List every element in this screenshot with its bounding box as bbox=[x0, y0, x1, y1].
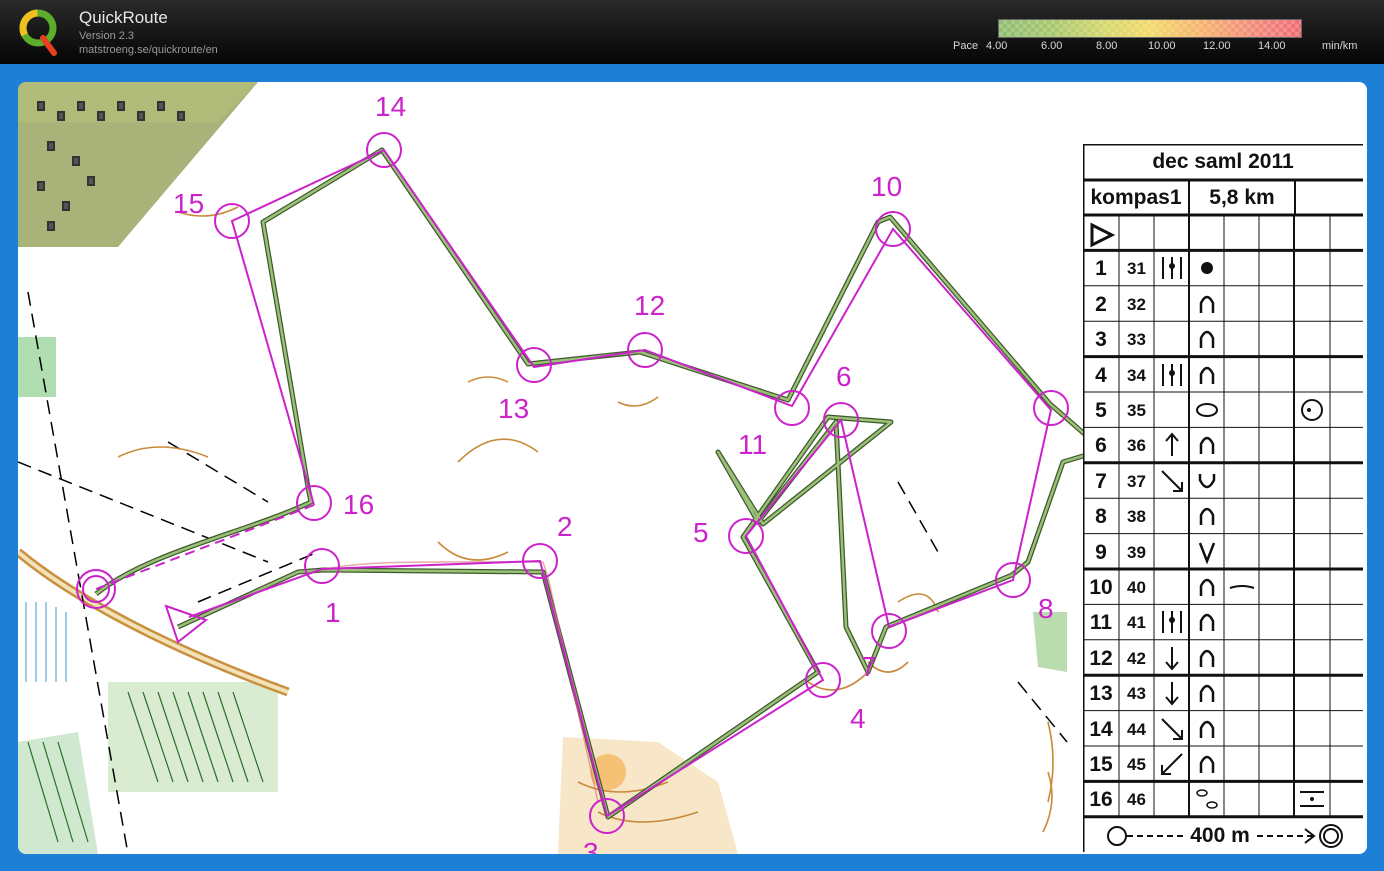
pace-label: Pace bbox=[953, 40, 979, 52]
control-code: 33 bbox=[1127, 330, 1146, 350]
control-description-sheet: dec saml 2011 kompas1 5,8 km 1 31 2 32 3 33 4 3… bbox=[1083, 144, 1363, 852]
control-code: 41 bbox=[1127, 613, 1146, 633]
control-number: 4 bbox=[1095, 363, 1107, 387]
arrow-up-icon bbox=[1165, 432, 1179, 457]
control-number: 2 bbox=[1095, 292, 1107, 316]
spot-icon bbox=[1201, 262, 1213, 275]
pace-color-scale bbox=[998, 19, 1302, 38]
control-label-12: 12 bbox=[634, 290, 665, 321]
knoll-icon bbox=[1199, 649, 1215, 667]
distance-to-finish: 400 m bbox=[1190, 824, 1250, 847]
knoll-icon bbox=[1199, 578, 1215, 596]
control-label-7: 7 bbox=[861, 651, 877, 682]
dot-circle-icon bbox=[1301, 399, 1323, 421]
control-label-10: 10 bbox=[871, 171, 902, 202]
control-number: 3 bbox=[1095, 328, 1107, 352]
control-code: 34 bbox=[1127, 365, 1146, 385]
control-number: 14 bbox=[1089, 717, 1113, 741]
knoll-icon bbox=[1199, 295, 1215, 313]
control-number: 16 bbox=[1089, 788, 1113, 812]
control-label-3: 3 bbox=[583, 837, 599, 854]
arrow-down-icon bbox=[1165, 646, 1179, 671]
small-knolls-icon bbox=[1196, 789, 1218, 810]
control-code: 37 bbox=[1127, 471, 1146, 491]
depression-icon bbox=[1198, 473, 1216, 489]
control-number: 10 bbox=[1089, 576, 1113, 599]
arrow-down-right-icon bbox=[1161, 717, 1183, 740]
control-number: 9 bbox=[1095, 540, 1107, 564]
control-code: 35 bbox=[1127, 401, 1146, 420]
event-name: dec saml 2011 bbox=[1152, 150, 1294, 173]
start-triangle-icon bbox=[1090, 222, 1115, 248]
knoll-icon bbox=[1199, 614, 1215, 632]
control-code: 36 bbox=[1127, 436, 1146, 456]
pace-tick: 12.00 bbox=[1203, 40, 1231, 52]
control-code: 42 bbox=[1127, 648, 1146, 668]
oval-icon bbox=[1196, 403, 1218, 417]
knoll-icon bbox=[1199, 330, 1215, 349]
course-length: 5,8 km bbox=[1209, 186, 1275, 209]
control-code: 44 bbox=[1127, 719, 1146, 739]
control-label-4: 4 bbox=[850, 703, 866, 734]
description-grid bbox=[1083, 144, 1363, 852]
pace-unit: min/km bbox=[1322, 40, 1358, 52]
between-symbol-icon bbox=[1162, 363, 1182, 386]
control-number: 1 bbox=[1095, 257, 1107, 281]
control-label-14: 14 bbox=[375, 91, 406, 122]
knoll-icon bbox=[1199, 366, 1215, 384]
control-number: 11 bbox=[1089, 611, 1113, 635]
control-number: 12 bbox=[1089, 646, 1113, 670]
control-code: 38 bbox=[1127, 507, 1146, 527]
knoll-icon bbox=[1199, 507, 1215, 526]
control-code: 43 bbox=[1127, 684, 1146, 704]
pace-tick: 6.00 bbox=[1041, 40, 1063, 52]
gully-v-icon bbox=[1198, 542, 1216, 565]
knoll-icon bbox=[1199, 684, 1215, 703]
control-label-8: 8 bbox=[1038, 593, 1054, 624]
control-number: 15 bbox=[1089, 753, 1113, 776]
app-title: QuickRoute bbox=[79, 8, 168, 27]
knoll-icon bbox=[1199, 437, 1215, 455]
control-number: 7 bbox=[1095, 469, 1107, 493]
control-code: 46 bbox=[1127, 790, 1146, 810]
course-name: kompas1 bbox=[1090, 186, 1182, 209]
control-label-15: 15 bbox=[173, 188, 204, 219]
control-number: 13 bbox=[1089, 682, 1113, 706]
quickroute-logo-icon bbox=[19, 9, 57, 56]
app-version: Version 2.3 bbox=[79, 30, 135, 42]
control-label-2: 2 bbox=[557, 511, 573, 542]
pace-tick: 14.00 bbox=[1258, 40, 1286, 52]
control-label-11: 11 bbox=[738, 429, 767, 460]
control-code: 31 bbox=[1127, 259, 1146, 279]
description-footer: 400 m bbox=[1083, 820, 1363, 852]
control-label-16: 16 bbox=[343, 489, 374, 520]
crossing-icon bbox=[1300, 791, 1324, 808]
between-symbol-icon bbox=[1162, 257, 1182, 280]
knoll-icon bbox=[1199, 755, 1215, 773]
control-label-6: 6 bbox=[836, 361, 852, 392]
pace-tick: 8.00 bbox=[1096, 40, 1118, 52]
title-bar: QuickRoute Version 2.3 matstroeng.se/qui… bbox=[0, 0, 1384, 64]
control-label-5: 5 bbox=[693, 517, 709, 548]
arrow-down-right-icon bbox=[1161, 470, 1183, 492]
map-view[interactable]: 1 2 3 4 5 6 7 8 9 10 11 12 13 14 15 16 bbox=[18, 82, 1367, 854]
arrow-down-icon bbox=[1165, 682, 1179, 706]
control-label-13: 13 bbox=[498, 393, 529, 424]
control-code: 32 bbox=[1127, 294, 1146, 314]
control-number: 5 bbox=[1095, 399, 1107, 422]
arrow-down-left-icon bbox=[1161, 753, 1183, 775]
control-number: 8 bbox=[1095, 505, 1107, 529]
control-code: 40 bbox=[1127, 578, 1146, 597]
knoll-icon bbox=[1199, 720, 1215, 738]
pace-tick: 10.00 bbox=[1148, 40, 1176, 52]
control-code: 45 bbox=[1127, 755, 1146, 774]
control-label-1: 1 bbox=[325, 597, 341, 628]
pace-tick: 4.00 bbox=[986, 40, 1008, 52]
control-number: 6 bbox=[1095, 434, 1107, 458]
between-symbol-icon bbox=[1162, 611, 1182, 634]
dash-icon bbox=[1229, 585, 1255, 589]
app-url: matstroeng.se/quickroute/en bbox=[79, 44, 218, 56]
control-code: 39 bbox=[1127, 542, 1146, 562]
